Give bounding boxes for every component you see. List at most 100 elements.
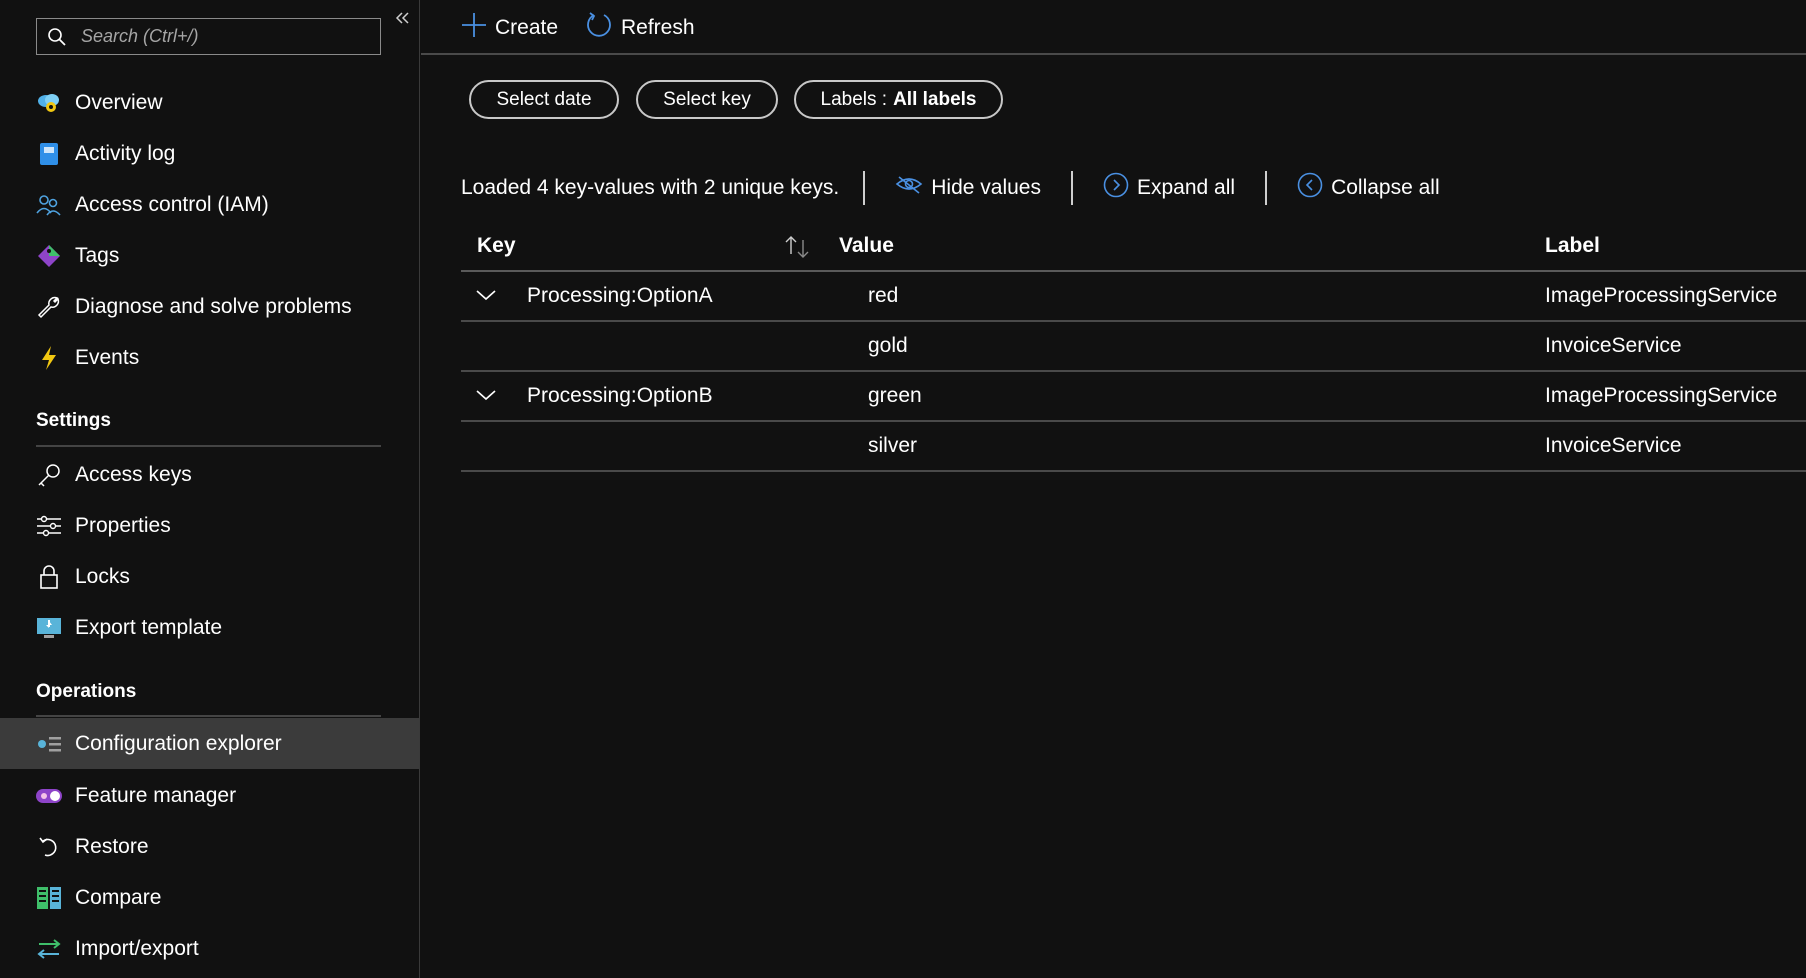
sidebar-item-label: Export template [75, 615, 223, 639]
double-chevron-left-icon [394, 11, 410, 30]
labels-prefix: Labels : [820, 88, 888, 110]
select-key-label: Select key [663, 88, 751, 110]
column-header-label[interactable]: Label [1545, 234, 1600, 258]
refresh-button[interactable]: Refresh [585, 12, 695, 44]
separator [1070, 171, 1073, 205]
sidebar-item-label: Diagnose and solve problems [75, 294, 352, 318]
sidebar-item-label: Access control (IAM) [75, 192, 269, 216]
sidebar-item-label: Restore [75, 834, 149, 858]
sidebar-item-label: Feature manager [75, 783, 237, 807]
sidebar-item-locks[interactable]: Locks [0, 551, 419, 602]
sidebar-item-activity-log[interactable]: Activity log [0, 128, 419, 179]
row-label: ImageProcessingService [1545, 384, 1778, 407]
sidebar: Overview Activity log Access control (IA… [0, 0, 420, 978]
search-box[interactable] [36, 18, 381, 55]
select-date-button[interactable]: Select date [469, 80, 619, 119]
operations-divider [36, 715, 381, 717]
people-icon [32, 191, 66, 219]
activity-log-icon [32, 140, 66, 168]
loaded-summary: Loaded 4 key-values with 2 unique keys. [461, 176, 840, 199]
sidebar-item-label: Tags [75, 243, 120, 267]
collapse-all-label: Collapse all [1331, 176, 1440, 199]
configuration-explorer-icon [32, 730, 66, 758]
search-icon [37, 19, 77, 54]
sidebar-item-label: Configuration explorer [75, 731, 282, 755]
collapse-sidebar-button[interactable] [390, 8, 414, 32]
row-value: gold [868, 334, 908, 357]
column-header-value[interactable]: Value [839, 234, 894, 258]
sidebar-item-label: Locks [75, 564, 130, 588]
sidebar-item-diagnose[interactable]: Diagnose and solve problems [0, 281, 419, 332]
create-button[interactable]: Create [461, 12, 558, 44]
row-label: InvoiceService [1545, 334, 1682, 357]
sidebar-item-restore[interactable]: Restore [0, 821, 419, 872]
select-date-label: Select date [496, 88, 592, 110]
collapse-all-button[interactable]: Collapse all [1297, 172, 1440, 204]
sidebar-item-compare[interactable]: Compare [0, 872, 419, 923]
sidebar-item-access-keys[interactable]: Access keys [0, 449, 419, 500]
sidebar-item-events[interactable]: Events [0, 332, 419, 383]
table-header: Key Value Label [461, 224, 1806, 272]
sidebar-item-export-template[interactable]: Export template [0, 602, 419, 653]
compare-icon [32, 884, 66, 912]
separator [863, 171, 866, 205]
sliders-icon [32, 512, 66, 540]
column-header-key[interactable]: Key [477, 234, 516, 258]
export-template-icon [32, 614, 66, 642]
lock-icon [32, 563, 66, 591]
plus-icon [461, 12, 487, 44]
chevron-down-icon[interactable] [473, 382, 499, 408]
circle-chevron-right-icon [1103, 172, 1129, 204]
row-value: red [868, 284, 899, 307]
search-input[interactable] [77, 19, 367, 54]
separator [1265, 171, 1268, 205]
expand-all-label: Expand all [1136, 176, 1236, 199]
table-row[interactable]: Processing:OptionA red ImageProcessingSe… [461, 272, 1806, 322]
sidebar-item-label: Import/export [75, 936, 199, 960]
sidebar-item-configuration-explorer[interactable]: Configuration explorer [0, 718, 419, 769]
sidebar-item-label: Access keys [75, 462, 192, 486]
expand-all-button[interactable]: Expand all [1103, 172, 1235, 204]
key-value-table: Key Value Label Processing:OptionA red I… [461, 224, 1806, 472]
select-key-button[interactable]: Select key [636, 80, 778, 119]
row-value: green [868, 384, 922, 407]
sidebar-item-import-export[interactable]: Import/export [0, 923, 419, 974]
sidebar-item-tags[interactable]: Tags [0, 230, 419, 281]
settings-divider [36, 445, 381, 447]
row-value: silver [868, 434, 918, 457]
labels-filter-button[interactable]: Labels : All labels [794, 80, 1003, 119]
circle-chevron-left-icon [1297, 172, 1323, 204]
restore-icon [32, 833, 66, 861]
sidebar-item-overview[interactable]: Overview [0, 77, 419, 128]
operations-heading: Operations [36, 681, 137, 702]
overview-cloud-gear-icon [32, 89, 66, 117]
table-row[interactable]: gold InvoiceService [461, 322, 1806, 372]
feature-manager-icon [32, 782, 66, 810]
labels-value: All labels [893, 88, 977, 110]
refresh-label: Refresh [621, 16, 695, 39]
eye-hidden-icon [895, 175, 923, 201]
row-key: Processing:OptionB [527, 384, 713, 407]
sidebar-item-label: Overview [75, 90, 163, 114]
row-key: Processing:OptionA [527, 284, 713, 307]
hide-values-label: Hide values [931, 176, 1041, 199]
hide-values-button[interactable]: Hide values [895, 175, 1041, 201]
row-label: ImageProcessingService [1545, 284, 1778, 307]
refresh-icon [585, 11, 613, 45]
sidebar-item-label: Activity log [75, 141, 176, 165]
sidebar-item-label: Compare [75, 885, 162, 909]
import-export-icon [32, 935, 66, 963]
create-label: Create [495, 16, 559, 39]
sidebar-item-feature-manager[interactable]: Feature manager [0, 770, 419, 821]
sidebar-item-access-control[interactable]: Access control (IAM) [0, 179, 419, 230]
table-row[interactable]: silver InvoiceService [461, 422, 1806, 472]
sidebar-item-properties[interactable]: Properties [0, 500, 419, 551]
chevron-down-icon[interactable] [473, 282, 499, 308]
wrench-icon [32, 293, 66, 321]
sidebar-item-label: Events [75, 345, 140, 369]
table-row[interactable]: Processing:OptionB green ImageProcessing… [461, 372, 1806, 422]
sidebar-item-label: Properties [75, 513, 171, 537]
settings-heading: Settings [36, 410, 111, 431]
key-icon [32, 461, 66, 489]
sort-icon[interactable] [781, 234, 813, 260]
